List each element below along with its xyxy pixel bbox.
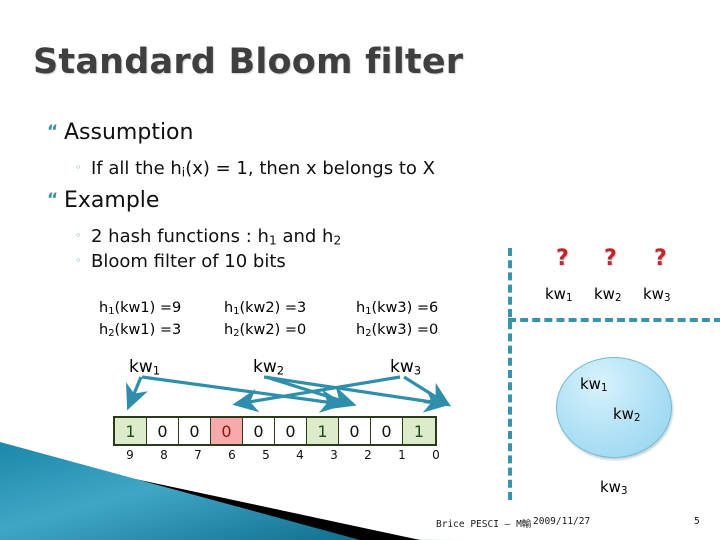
bullet-example: “Example bbox=[47, 188, 159, 213]
query-keyword-kw2: kw2 bbox=[594, 285, 622, 305]
question-mark-kw3: ? bbox=[654, 246, 667, 271]
bit-index-1: 1 bbox=[398, 448, 406, 462]
bit-index-9: 9 bbox=[126, 448, 134, 462]
bit-index-2: 2 bbox=[364, 448, 372, 462]
bit-index-8: 8 bbox=[160, 448, 168, 462]
panel-divider-vertical bbox=[508, 248, 512, 500]
bit-index-6: 6 bbox=[228, 448, 236, 462]
hash-equation: h1(kw1) =9 bbox=[99, 300, 182, 318]
bullet-filter-size-label: Bloom filter of 10 bits bbox=[91, 251, 286, 272]
bit-cell-6: 0 bbox=[211, 418, 243, 444]
bullet-marker-level2: ◦ bbox=[75, 161, 82, 174]
hash-group-kw1: h1(kw1) =9 h2(kw1) =3 bbox=[99, 299, 181, 343]
bit-cell-7: 0 bbox=[179, 418, 211, 444]
query-keyword-kw1: kw1 bbox=[545, 285, 573, 305]
bullet-marker-level1: “ bbox=[47, 122, 59, 142]
bullet-marker-level2: ◦ bbox=[75, 254, 82, 267]
bit-cell-9: 1 bbox=[115, 418, 147, 444]
bit-cell-4: 0 bbox=[275, 418, 307, 444]
query-keyword-kw3: kw3 bbox=[643, 285, 671, 305]
page-title: Standard Bloom filter bbox=[33, 42, 464, 82]
hash-equation: h2(kw2) =0 bbox=[224, 322, 307, 340]
bit-cell-1: 0 bbox=[371, 418, 403, 444]
circle-member-kw1: kw1 bbox=[580, 375, 608, 395]
bullet-example-label: Example bbox=[64, 188, 160, 213]
bullet-assumption-detail: ◦ If all the hi(x) = 1, then x belongs to… bbox=[75, 158, 435, 180]
bloom-filter-bit-array: 1000001001 bbox=[113, 416, 437, 446]
arrow-label-kw3: kw3 bbox=[390, 357, 422, 378]
circle-member-kw2: kw2 bbox=[613, 405, 641, 425]
bit-cell-5: 0 bbox=[243, 418, 275, 444]
arrow-label-kw1: kw1 bbox=[129, 357, 161, 378]
bullet-assumption-detail-label: If all the hi(x) = 1, then x belongs to … bbox=[91, 158, 435, 180]
bullet-assumption-label: Assumption bbox=[64, 120, 194, 145]
hash-group-kw2: h1(kw2) =3 h2(kw2) =0 bbox=[224, 299, 306, 343]
footer-author: Brice PESCI – M輸 bbox=[436, 519, 532, 530]
bit-cell-2: 0 bbox=[339, 418, 371, 444]
bit-cell-8: 0 bbox=[147, 418, 179, 444]
panel-divider-horizontal bbox=[508, 318, 720, 322]
bullet-filter-size: ◦ Bloom filter of 10 bits bbox=[75, 251, 286, 272]
bullet-hash-functions: ◦ 2 hash functions : h1 and h2 bbox=[75, 226, 341, 248]
bit-index-0: 0 bbox=[432, 448, 440, 462]
footer-date: 2009/11/27 bbox=[533, 516, 591, 527]
hash-equation: h1(kw2) =3 bbox=[224, 300, 307, 318]
arrow-label-kw2: kw2 bbox=[253, 357, 285, 378]
bullet-marker-level2: ◦ bbox=[75, 229, 82, 242]
footer-page-number: 5 bbox=[694, 516, 700, 527]
hash-equation: h1(kw3) =6 bbox=[356, 300, 439, 318]
bit-index-7: 7 bbox=[194, 448, 202, 462]
hash-equation: h2(kw1) =3 bbox=[99, 322, 182, 340]
bit-index-4: 4 bbox=[296, 448, 304, 462]
hash-group-kw3: h1(kw3) =6 h2(kw3) =0 bbox=[356, 299, 438, 343]
slide-canvas: Standard Bloom filter “Assumption ◦ If al… bbox=[0, 0, 720, 540]
question-mark-kw1: ? bbox=[556, 246, 569, 271]
bullet-hash-functions-label: 2 hash functions : h1 and h2 bbox=[91, 226, 342, 248]
bit-index-5: 5 bbox=[262, 448, 270, 462]
bit-cell-0: 1 bbox=[403, 418, 435, 444]
bullet-assumption: “Assumption bbox=[47, 120, 193, 145]
circle-nonmember-kw3: kw3 bbox=[600, 478, 628, 498]
bloom-filter-index-row: 9 8 7 6 5 4 3 2 1 0 bbox=[113, 448, 453, 462]
bullet-marker-level1: “ bbox=[47, 190, 59, 210]
bit-index-3: 3 bbox=[330, 448, 338, 462]
question-mark-kw2: ? bbox=[604, 246, 617, 271]
bit-cell-3: 1 bbox=[307, 418, 339, 444]
hash-equation: h2(kw3) =0 bbox=[356, 322, 439, 340]
